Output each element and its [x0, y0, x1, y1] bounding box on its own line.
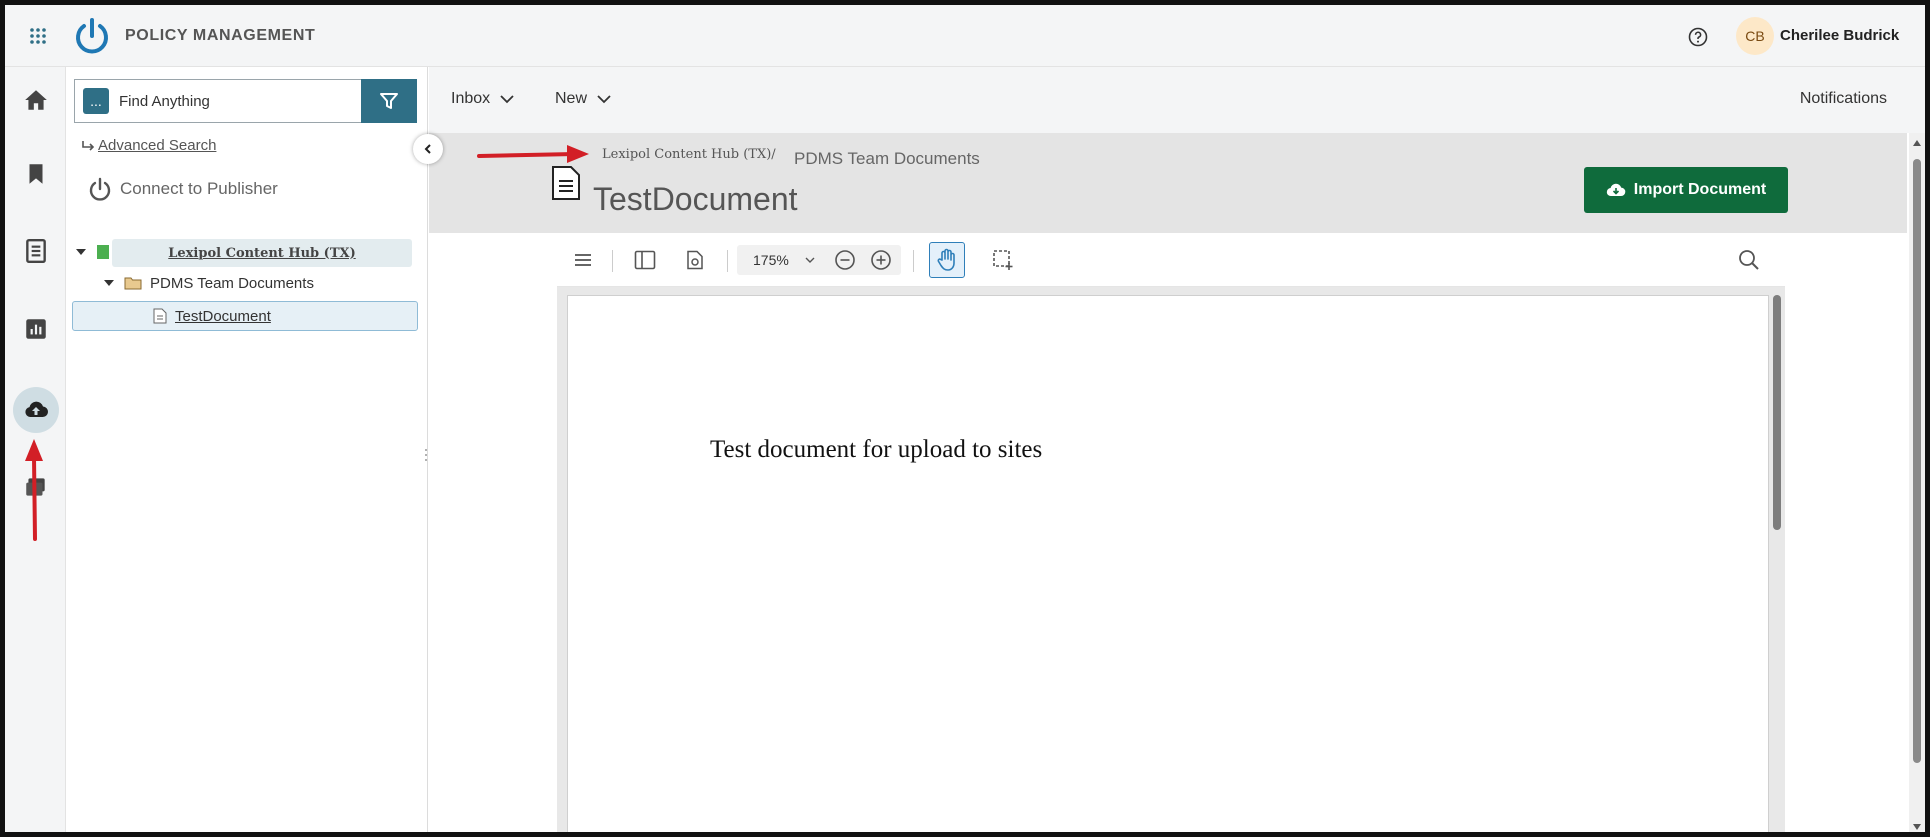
app-window: POLICY MANAGEMENT CB Cherilee Budrick ..… [0, 0, 1930, 837]
marquee-select-icon [993, 250, 1013, 270]
tree-node-folder[interactable]: PDMS Team Documents [100, 268, 400, 298]
filter-button[interactable] [361, 79, 417, 123]
breadcrumb-root[interactable]: Lexipol Content Hub (TX)/ [602, 147, 776, 162]
help-icon[interactable] [1688, 27, 1708, 47]
annotation-arrow-up-icon [25, 439, 43, 541]
pan-tool-button[interactable] [929, 242, 965, 278]
import-document-button[interactable]: Import Document [1584, 167, 1788, 213]
menu-button[interactable] [569, 246, 597, 274]
search-document-button[interactable] [1735, 246, 1763, 274]
zoom-control: 175% [737, 245, 901, 275]
tree-folder-label[interactable]: PDMS Team Documents [150, 275, 314, 292]
inbox-label: Inbox [451, 90, 491, 107]
tree-node-document[interactable]: TestDocument [72, 301, 418, 331]
tree-node-root[interactable]: Lexipol Content Hub (TX) [72, 237, 418, 267]
main-content: Inbox New Notifications Lexipol Content … [429, 67, 1925, 832]
toolbar-divider [727, 250, 728, 272]
chevron-down-icon [597, 95, 611, 104]
power-logo-icon[interactable] [73, 17, 111, 55]
expand-caret-icon[interactable] [76, 249, 86, 255]
select-tool-button[interactable] [989, 246, 1017, 274]
hamburger-icon [575, 254, 591, 266]
zoom-out-icon[interactable] [834, 249, 856, 271]
annotation-arrow-right-icon [477, 145, 589, 163]
navigation-panel: ... Advanced Search Connect to Publisher [66, 67, 428, 832]
tree-document-label[interactable]: TestDocument [175, 308, 271, 325]
home-icon [25, 90, 47, 110]
green-book-icon [97, 245, 109, 259]
apps-grid-icon[interactable] [29, 27, 47, 45]
cloud-upload-icon [25, 401, 49, 418]
page-text: Test document for upload to sites [710, 436, 1043, 463]
search-scope-button[interactable]: ... [83, 88, 109, 114]
rail-upload[interactable] [13, 387, 59, 433]
new-menu[interactable]: New [555, 90, 611, 108]
app-title: POLICY MANAGEMENT [125, 27, 316, 44]
viewer-toolbar: 175% [557, 233, 1785, 287]
toolbar-divider [612, 250, 613, 272]
search-box: ... [74, 79, 362, 123]
zoom-level[interactable]: 175% [753, 252, 789, 268]
rail-documents[interactable] [13, 228, 59, 274]
document-settings-icon [687, 250, 703, 270]
zoom-in-icon[interactable] [870, 249, 892, 271]
rail-reports[interactable] [13, 306, 59, 352]
filter-icon [380, 93, 398, 109]
document-list-icon [26, 238, 46, 264]
panel-toggle-icon [634, 250, 656, 270]
collapse-panel-button[interactable] [413, 134, 443, 164]
search-icon [1739, 250, 1759, 270]
chevron-down-icon[interactable] [805, 256, 815, 264]
document-header: Lexipol Content Hub (TX)/ PDMS Team Docu… [429, 133, 1907, 233]
scroll-down-icon[interactable] [1912, 823, 1922, 831]
search-input[interactable] [119, 90, 349, 112]
top-header: POLICY MANAGEMENT CB Cherilee Budrick [5, 5, 1925, 67]
user-name[interactable]: Cherilee Budrick [1780, 27, 1899, 44]
document-icon [552, 166, 580, 200]
rail-home[interactable] [13, 77, 59, 123]
document-page: Test document for upload to sites [567, 295, 1769, 832]
advanced-search-link[interactable]: Advanced Search [80, 137, 216, 154]
notifications-link[interactable]: Notifications [1800, 90, 1887, 108]
hand-icon [937, 248, 955, 271]
toolbar-divider [913, 250, 914, 272]
breadcrumb-folder[interactable]: PDMS Team Documents [794, 149, 980, 169]
import-document-label: Import Document [1633, 181, 1767, 198]
sub-navigation: Inbox New Notifications [429, 67, 1925, 133]
main-scrollbar[interactable] [1909, 133, 1925, 832]
new-label: New [555, 90, 588, 107]
resize-handle-icon[interactable] [424, 447, 428, 463]
connect-to-publisher-label: Connect to Publisher [120, 179, 278, 198]
sidebar-toggle-button[interactable] [631, 246, 659, 274]
power-icon [89, 177, 111, 201]
folder-icon [124, 277, 142, 290]
bar-chart-icon [26, 319, 46, 339]
document-icon [153, 308, 167, 324]
advanced-search-label: Advanced Search [98, 137, 217, 154]
chevron-left-icon [424, 144, 431, 154]
viewer-scrollbar[interactable] [1773, 295, 1781, 530]
tree-root-label[interactable]: Lexipol Content Hub (TX) [112, 239, 412, 267]
page-title: TestDocument [593, 181, 798, 217]
cloud-download-icon [1606, 183, 1626, 197]
expand-caret-icon[interactable] [104, 280, 114, 286]
document-viewer[interactable]: Test document for upload to sites [557, 287, 1785, 832]
connect-to-publisher[interactable]: Connect to Publisher [88, 177, 278, 201]
avatar[interactable]: CB [1736, 17, 1774, 55]
return-arrow-icon [82, 140, 95, 151]
page-settings-button[interactable] [681, 246, 709, 274]
bookmark-icon [29, 164, 43, 184]
chevron-down-icon [500, 95, 514, 104]
rail-bookmarks[interactable] [13, 151, 59, 197]
scrollbar-thumb[interactable] [1913, 159, 1921, 763]
scroll-up-icon[interactable] [1912, 139, 1922, 147]
inbox-menu[interactable]: Inbox [451, 90, 514, 108]
